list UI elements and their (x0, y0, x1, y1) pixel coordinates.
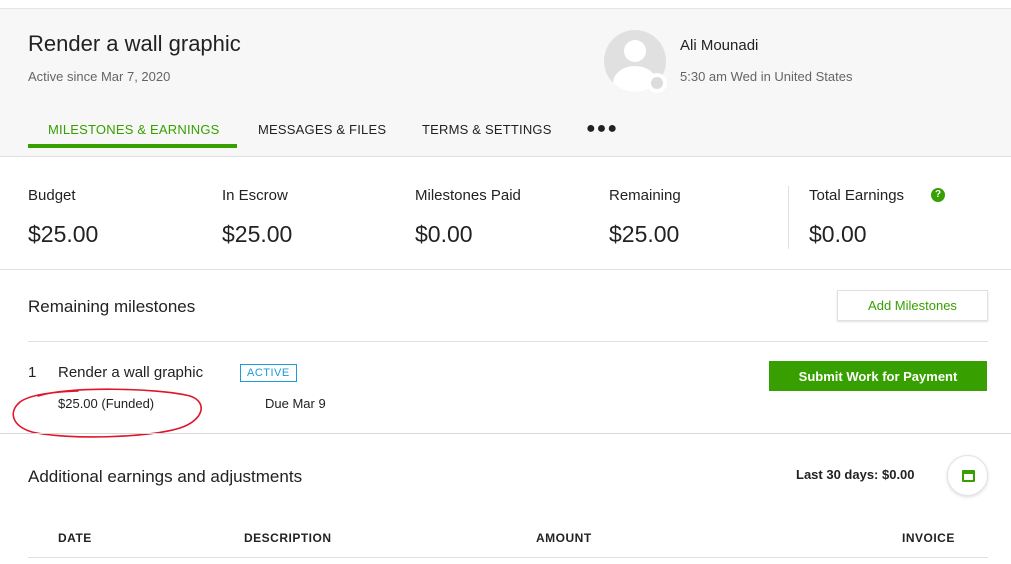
in-escrow-value: $25.00 (222, 221, 293, 247)
top-strip (0, 0, 1011, 9)
in-escrow-label: In Escrow (222, 187, 288, 204)
remaining-value: $25.00 (609, 221, 680, 247)
active-since: Active since Mar 7, 2020 (28, 69, 171, 84)
milestone-divider (28, 341, 988, 342)
submit-work-button[interactable]: Submit Work for Payment (769, 361, 987, 391)
last-30-days-total: Last 30 days: $0.00 (796, 467, 915, 482)
milestone-due-date: Due Mar 9 (265, 396, 326, 411)
column-invoice[interactable]: INVOICE (902, 531, 955, 545)
budget-value: $25.00 (28, 221, 99, 247)
section-divider (0, 269, 1011, 270)
tab-messages-files[interactable]: MESSAGES & FILES (258, 122, 386, 137)
tab-terms-settings[interactable]: TERMS & SETTINGS (422, 122, 552, 137)
online-status-icon (647, 73, 667, 93)
total-earnings-label: Total Earnings (809, 187, 905, 204)
avatar-head-icon (624, 40, 646, 62)
calendar-icon (962, 470, 975, 482)
milestones-paid-value: $0.00 (415, 221, 473, 247)
page-title: Render a wall graphic (28, 31, 241, 56)
active-tab-indicator (28, 144, 237, 148)
column-description[interactable]: DESCRIPTION (244, 531, 332, 545)
section-divider-2 (0, 433, 1011, 434)
client-name[interactable]: Ali Mounadi (680, 37, 758, 54)
date-range-button[interactable] (947, 455, 988, 496)
milestone-title: Render a wall graphic (58, 364, 204, 381)
status-badge: ACTIVE (240, 364, 297, 382)
remaining-milestones-title: Remaining milestones (28, 297, 196, 316)
add-milestones-button[interactable]: Add Milestones (837, 290, 988, 321)
tab-milestones-earnings[interactable]: MILESTONES & EARNINGS (48, 122, 220, 137)
client-local-time: 5:30 am Wed in United States (680, 69, 853, 84)
stats-divider (788, 186, 789, 249)
milestone-number: 1 (28, 364, 37, 381)
budget-label: Budget (28, 187, 76, 204)
column-amount[interactable]: AMOUNT (536, 531, 592, 545)
milestones-paid-label: Milestones Paid (415, 187, 521, 204)
remaining-label: Remaining (609, 187, 681, 204)
additional-earnings-title: Additional earnings and adjustments (28, 467, 303, 486)
total-earnings-value: $0.00 (809, 221, 867, 247)
help-icon[interactable]: ? (931, 188, 945, 202)
more-dots-icon[interactable]: ●●● (586, 120, 618, 138)
table-header-divider (28, 557, 988, 558)
column-date[interactable]: DATE (58, 531, 92, 545)
